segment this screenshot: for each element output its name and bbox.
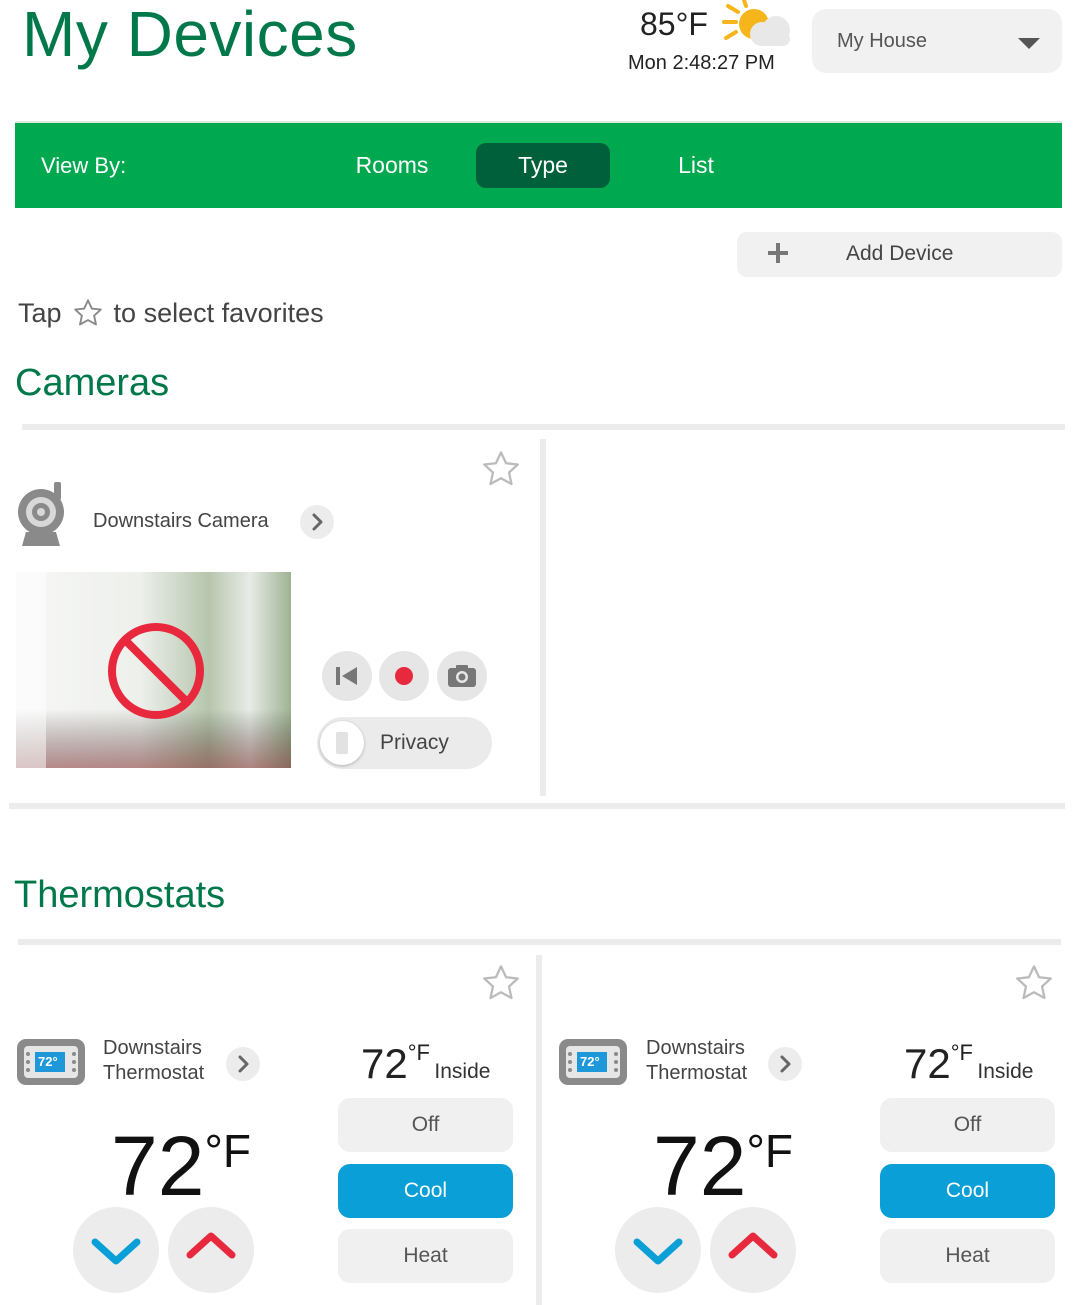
chevron-right-icon — [238, 1055, 249, 1073]
favorite-star-icon[interactable] — [479, 962, 523, 1004]
inside-temperature: 72°F Inside — [361, 1040, 490, 1088]
section-title-cameras: Cameras — [15, 362, 170, 404]
skip-back-icon — [336, 667, 357, 685]
thermostat-name-line1: Downstairs — [103, 1037, 202, 1059]
tab-rooms[interactable]: Rooms — [325, 143, 459, 188]
inside-temp-unit: °F — [950, 1040, 973, 1065]
setpoint-unit: °F — [746, 1125, 793, 1177]
inside-temperature: 72°F Inside — [904, 1040, 1033, 1088]
favorite-star-icon[interactable] — [479, 448, 523, 490]
mode-off-button[interactable]: Off — [338, 1098, 513, 1152]
chevron-right-icon — [312, 513, 323, 531]
inside-label: Inside — [977, 1060, 1034, 1083]
tab-type[interactable]: Type — [476, 143, 610, 188]
mode-heat-button[interactable]: Heat — [880, 1229, 1055, 1283]
temperature-up-button[interactable] — [168, 1207, 254, 1293]
thermostat-device-icon: 72° — [16, 1038, 86, 1086]
chevron-right-icon — [780, 1055, 791, 1073]
inside-label: Inside — [434, 1060, 491, 1083]
chevron-up-icon — [186, 1232, 236, 1259]
mode-cool-button[interactable]: Cool — [338, 1164, 513, 1218]
divider — [9, 803, 1065, 809]
chevron-down-icon — [1018, 38, 1040, 49]
thermostat-name-line2: Thermostat — [646, 1062, 748, 1084]
thermostat-device-icon: 72° — [558, 1038, 628, 1086]
inside-temp-unit: °F — [407, 1040, 430, 1065]
toggle-knob — [320, 721, 364, 765]
divider — [540, 439, 546, 796]
temperature-down-button[interactable] — [615, 1207, 701, 1293]
tab-list[interactable]: List — [629, 143, 763, 188]
thermostat-name-line2: Thermostat — [103, 1062, 205, 1084]
hint-text-after: to select favorites — [113, 297, 324, 328]
setpoint-display: 72°F — [653, 1124, 793, 1208]
chevron-up-icon — [728, 1232, 778, 1259]
add-device-button[interactable]: Add Device — [737, 232, 1062, 277]
thermostat-name-line1: Downstairs — [646, 1037, 745, 1059]
section-title-thermostats: Thermostats — [14, 874, 226, 916]
mode-cool-button[interactable]: Cool — [880, 1164, 1055, 1218]
add-device-label: Add Device — [846, 242, 954, 265]
privacy-label: Privacy — [380, 731, 449, 754]
temperature-up-button[interactable] — [710, 1207, 796, 1293]
thermostat-name: Downstairs Thermostat — [646, 1036, 747, 1086]
mode-heat-button[interactable]: Heat — [338, 1229, 513, 1283]
setpoint-value: 72 — [111, 1119, 205, 1213]
mode-off-button[interactable]: Off — [880, 1098, 1055, 1152]
privacy-toggle[interactable]: Privacy — [317, 717, 492, 769]
chevron-down-icon — [633, 1238, 683, 1265]
camera-name: Downstairs Camera — [93, 510, 269, 532]
camera-feed-blocked[interactable] — [16, 572, 291, 768]
thermostat-details-button[interactable] — [226, 1047, 260, 1081]
temperature-down-button[interactable] — [73, 1207, 159, 1293]
inside-temp-value: 72 — [361, 1040, 408, 1087]
weather-temperature: 85°F — [640, 6, 708, 42]
setpoint-display: 72°F — [111, 1124, 251, 1208]
location-select[interactable]: My House — [812, 9, 1062, 73]
location-select-value: My House — [837, 29, 928, 52]
partly-sunny-icon — [722, 0, 790, 46]
chevron-down-icon — [91, 1238, 141, 1265]
favorites-hint: Tap to select favorites — [18, 297, 324, 329]
favorite-star-icon[interactable] — [1012, 962, 1056, 1004]
current-time: Mon 2:48:27 PM — [628, 52, 775, 74]
setpoint-value: 72 — [653, 1119, 747, 1213]
thermostat-badge: 72° — [38, 1054, 58, 1069]
snapshot-button[interactable] — [437, 651, 487, 701]
record-button[interactable] — [379, 651, 429, 701]
camera-snapshot-icon — [448, 665, 476, 687]
divider — [18, 939, 1061, 945]
record-icon — [395, 667, 413, 685]
thermostat-details-button[interactable] — [768, 1047, 802, 1081]
divider — [22, 424, 1065, 430]
view-by-label: View By: — [41, 153, 127, 178]
thermostat-badge: 72° — [580, 1054, 600, 1069]
star-icon — [73, 299, 102, 326]
page-title: My Devices — [22, 0, 358, 70]
hint-text-before: Tap — [18, 297, 62, 328]
camera-details-button[interactable] — [300, 505, 334, 539]
setpoint-unit: °F — [204, 1125, 251, 1177]
divider — [536, 955, 542, 1305]
plus-icon — [768, 243, 788, 263]
playback-button[interactable] — [322, 651, 372, 701]
camera-device-icon — [18, 482, 64, 546]
thermostat-name: Downstairs Thermostat — [103, 1036, 204, 1086]
inside-temp-value: 72 — [904, 1040, 951, 1087]
